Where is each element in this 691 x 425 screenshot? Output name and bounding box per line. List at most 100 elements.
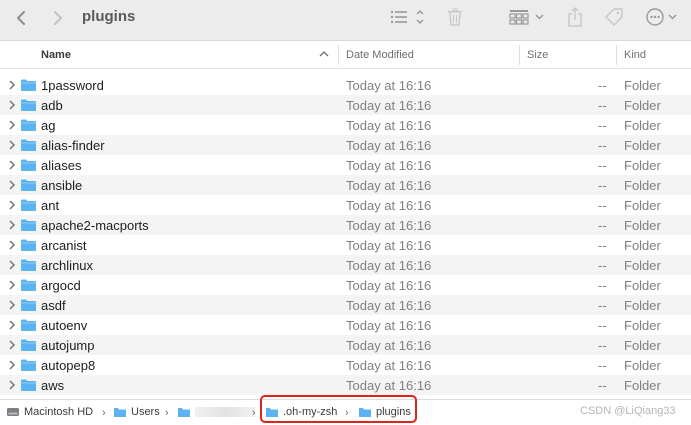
file-size: --: [598, 338, 607, 353]
file-name: archlinux: [41, 258, 94, 273]
disclosure-chevron-icon[interactable]: [8, 320, 16, 330]
folder-icon: [21, 259, 36, 271]
disclosure-chevron-icon[interactable]: [8, 80, 16, 90]
file-name: autojump: [41, 338, 95, 353]
table-row[interactable]: autopep8 Today at 16:16 -- Folder: [0, 355, 691, 375]
disclosure-chevron-icon[interactable]: [8, 380, 16, 390]
path-item-users[interactable]: Users: [113, 406, 160, 418]
share-button[interactable]: [565, 6, 585, 28]
date-modified: Today at 16:16: [346, 198, 432, 213]
column-header: Name Date Modified Size Kind: [0, 41, 691, 69]
share-icon: [568, 7, 582, 27]
back-button[interactable]: [10, 7, 32, 29]
date-modified: Today at 16:16: [346, 358, 432, 373]
disclosure-chevron-icon[interactable]: [8, 340, 16, 350]
column-name-header[interactable]: Name: [41, 49, 71, 61]
file-kind: Folder: [624, 138, 661, 153]
tag-button[interactable]: [602, 6, 626, 28]
highlight-box: [260, 395, 417, 423]
table-row[interactable]: adb Today at 16:16 -- Folder: [0, 95, 691, 115]
file-kind: Folder: [624, 198, 661, 213]
chevron-right-icon: ›: [102, 407, 106, 419]
path-item-disk[interactable]: Macintosh HD: [6, 406, 93, 418]
table-row[interactable]: asdf Today at 16:16 -- Folder: [0, 295, 691, 315]
chevron-right-icon: [54, 11, 62, 25]
chevron-left-icon: [17, 11, 25, 25]
trash-icon: [448, 8, 462, 26]
folder-icon: [21, 119, 36, 131]
disclosure-chevron-icon[interactable]: [8, 120, 16, 130]
folder-icon: [21, 79, 36, 91]
file-kind: Folder: [624, 298, 661, 313]
file-name: ag: [41, 118, 56, 133]
disclosure-chevron-icon[interactable]: [8, 100, 16, 110]
redacted-username: [195, 407, 255, 417]
date-modified: Today at 16:16: [346, 378, 432, 393]
column-size-header[interactable]: Size: [527, 49, 548, 61]
disclosure-chevron-icon[interactable]: [8, 300, 16, 310]
table-row[interactable]: 1password Today at 16:16 -- Folder: [0, 75, 691, 95]
file-name: argocd: [41, 278, 81, 293]
folder-icon: [21, 179, 36, 191]
column-divider[interactable]: [616, 45, 617, 65]
list-view-button[interactable]: [390, 6, 428, 28]
table-row[interactable]: aliases Today at 16:16 -- Folder: [0, 155, 691, 175]
column-divider[interactable]: [338, 45, 339, 65]
table-row[interactable]: aws Today at 16:16 -- Folder: [0, 375, 691, 395]
sort-ascending-icon[interactable]: [319, 50, 329, 58]
table-row[interactable]: arcanist Today at 16:16 -- Folder: [0, 235, 691, 255]
disclosure-chevron-icon[interactable]: [8, 140, 16, 150]
disclosure-chevron-icon[interactable]: [8, 280, 16, 290]
more-actions-button[interactable]: [645, 6, 685, 28]
file-size: --: [598, 238, 607, 253]
tag-icon: [605, 8, 623, 26]
table-row[interactable]: alias-finder Today at 16:16 -- Folder: [0, 135, 691, 155]
disclosure-chevron-icon[interactable]: [8, 200, 16, 210]
file-kind: Folder: [624, 218, 661, 233]
table-row[interactable]: autojump Today at 16:16 -- Folder: [0, 335, 691, 355]
file-name: aliases: [41, 158, 82, 173]
file-name: aws: [41, 378, 65, 393]
column-date-header[interactable]: Date Modified: [346, 49, 414, 61]
date-modified: Today at 16:16: [346, 98, 432, 113]
disclosure-chevron-icon[interactable]: [8, 220, 16, 230]
table-row[interactable]: ansible Today at 16:16 -- Folder: [0, 175, 691, 195]
disclosure-chevron-icon[interactable]: [8, 160, 16, 170]
column-kind-header[interactable]: Kind: [624, 49, 646, 61]
disclosure-chevron-icon[interactable]: [8, 260, 16, 270]
file-kind: Folder: [624, 278, 661, 293]
table-row[interactable]: argocd Today at 16:16 -- Folder: [0, 275, 691, 295]
date-modified: Today at 16:16: [346, 238, 432, 253]
date-modified: Today at 16:16: [346, 118, 432, 133]
path-item-user-home[interactable]: [177, 406, 255, 418]
file-name: autoenv: [41, 318, 88, 333]
file-size: --: [598, 378, 607, 393]
table-row[interactable]: ant Today at 16:16 -- Folder: [0, 195, 691, 215]
disclosure-chevron-icon[interactable]: [8, 360, 16, 370]
table-row[interactable]: apache2-macports Today at 16:16 -- Folder: [0, 215, 691, 235]
disclosure-chevron-icon[interactable]: [8, 180, 16, 190]
file-name: ant: [41, 198, 60, 213]
grid-group-icon: [509, 10, 544, 25]
folder-icon: [21, 299, 36, 311]
table-row[interactable]: archlinux Today at 16:16 -- Folder: [0, 255, 691, 275]
forward-button[interactable]: [47, 7, 69, 29]
file-kind: Folder: [624, 158, 661, 173]
table-row[interactable]: autoenv Today at 16:16 -- Folder: [0, 315, 691, 335]
file-kind: Folder: [624, 318, 661, 333]
file-kind: Folder: [624, 378, 661, 393]
column-divider[interactable]: [519, 45, 520, 65]
trash-button[interactable]: [445, 6, 465, 28]
table-row[interactable]: ag Today at 16:16 -- Folder: [0, 115, 691, 135]
date-modified: Today at 16:16: [346, 158, 432, 173]
date-modified: Today at 16:16: [346, 78, 432, 93]
window-title: plugins: [82, 8, 136, 25]
folder-icon: [114, 408, 126, 417]
disclosure-chevron-icon[interactable]: [8, 240, 16, 250]
date-modified: Today at 16:16: [346, 278, 432, 293]
folder-icon: [21, 139, 36, 151]
folder-icon: [21, 199, 36, 211]
group-button[interactable]: [509, 6, 547, 28]
file-name: adb: [41, 98, 63, 113]
file-size: --: [598, 138, 607, 153]
